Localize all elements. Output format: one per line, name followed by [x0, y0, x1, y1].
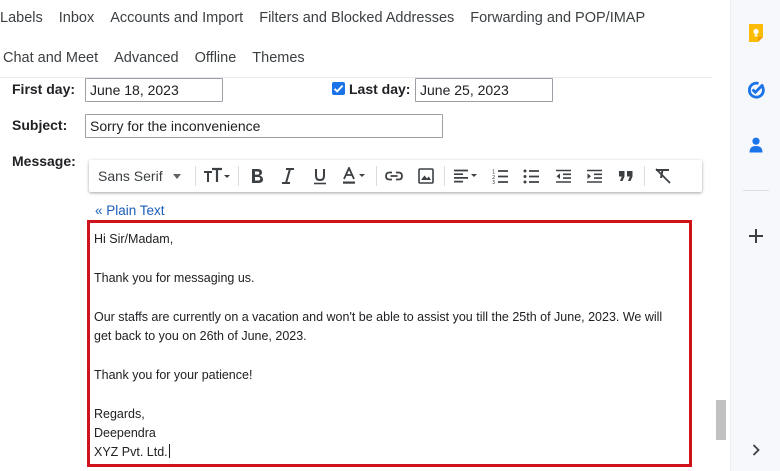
quote-icon[interactable] — [611, 162, 643, 190]
settings-tabs-row-1: Labels Inbox Accounts and Import Filters… — [0, 0, 661, 38]
font-family-value: Sans Serif — [98, 168, 163, 184]
text-cursor — [168, 444, 170, 459]
rail-divider — [743, 190, 769, 191]
tasks-icon[interactable] — [745, 79, 767, 101]
last-day-input[interactable]: June 25, 2023 — [415, 78, 553, 102]
message-line: get back to you on 26th of June, 2023. — [94, 329, 307, 343]
message-last-line: XYZ Pvt. Ltd. — [94, 443, 685, 462]
font-size-icon[interactable] — [198, 162, 236, 190]
last-day-label: Last day: — [349, 81, 411, 97]
tab-chat-meet[interactable]: Chat and Meet — [3, 50, 98, 66]
last-day-checkbox[interactable] — [332, 82, 345, 95]
tab-accounts-import[interactable]: Accounts and Import — [110, 10, 243, 26]
scrollbar-thumb[interactable] — [716, 400, 726, 440]
tab-offline[interactable]: Offline — [195, 50, 237, 66]
bulleted-list-icon[interactable] — [516, 162, 548, 190]
add-icon[interactable] — [745, 225, 767, 247]
tab-filters-blocked[interactable]: Filters and Blocked Addresses — [259, 10, 454, 26]
align-icon[interactable] — [447, 162, 485, 190]
chevron-right-icon[interactable] — [745, 439, 767, 461]
indent-more-icon[interactable] — [579, 162, 611, 190]
indent-less-icon[interactable] — [548, 162, 580, 190]
keep-icon[interactable] — [745, 22, 767, 44]
bold-icon[interactable] — [241, 162, 273, 190]
toolbar-separator — [644, 166, 645, 186]
caret-down-icon — [172, 173, 181, 179]
toolbar-separator — [195, 166, 196, 186]
message-line: Deependra — [94, 426, 156, 440]
subject-label: Subject: — [12, 117, 68, 133]
message-line: Regards, — [94, 406, 145, 421]
message-line: XYZ Pvt. Ltd. — [94, 445, 168, 460]
subject-input[interactable]: Sorry for the inconvenience — [85, 114, 443, 138]
italic-icon[interactable] — [273, 162, 305, 190]
tab-advanced[interactable]: Advanced — [114, 50, 179, 66]
first-day-label: First day: — [12, 81, 76, 97]
image-icon[interactable] — [410, 162, 442, 190]
toolbar-separator — [375, 166, 377, 186]
message-line — [94, 346, 685, 365]
message-line — [94, 385, 685, 404]
message-line — [94, 249, 685, 268]
tab-themes[interactable]: Themes — [252, 50, 304, 66]
tab-inbox[interactable]: Inbox — [59, 10, 94, 26]
svg-text:3: 3 — [492, 180, 495, 184]
message-editor[interactable]: Hi Sir/Madam, Thank you for messaging us… — [87, 220, 692, 467]
message-line: Thank you for messaging us. — [94, 270, 255, 285]
contacts-icon[interactable] — [745, 134, 767, 156]
remove-formatting-icon[interactable] — [647, 162, 679, 190]
text-color-icon[interactable] — [336, 162, 374, 190]
tab-labels[interactable]: Labels — [0, 10, 43, 26]
formatting-toolbar: Sans Serif 1 2 3 — [89, 160, 702, 192]
numbered-list-icon[interactable]: 123 — [485, 162, 517, 190]
message-line: Thank you for your patience! — [94, 367, 253, 382]
underline-icon[interactable] — [304, 162, 336, 190]
first-day-input[interactable]: June 18, 2023 — [85, 78, 223, 102]
side-panel-rail — [730, 0, 780, 471]
checkmark-icon — [333, 84, 344, 93]
message-line: Hi Sir/Madam, — [94, 232, 174, 246]
message-line: Our staffs are currently on a vacation a… — [94, 309, 663, 324]
plain-text-link[interactable]: « Plain Text — [95, 203, 165, 218]
toolbar-separator — [443, 166, 445, 186]
message-line — [94, 288, 685, 307]
toolbar-separator — [238, 166, 239, 186]
font-family-select[interactable]: Sans Serif — [89, 168, 193, 184]
settings-main: Labels Inbox Accounts and Import Filters… — [0, 0, 730, 471]
link-icon[interactable] — [379, 162, 411, 190]
tab-forwarding-pop-imap[interactable]: Forwarding and POP/IMAP — [470, 10, 645, 26]
settings-tabs-row-2: Chat and Meet Advanced Offline Themes — [3, 38, 321, 78]
message-label: Message: — [12, 153, 76, 169]
